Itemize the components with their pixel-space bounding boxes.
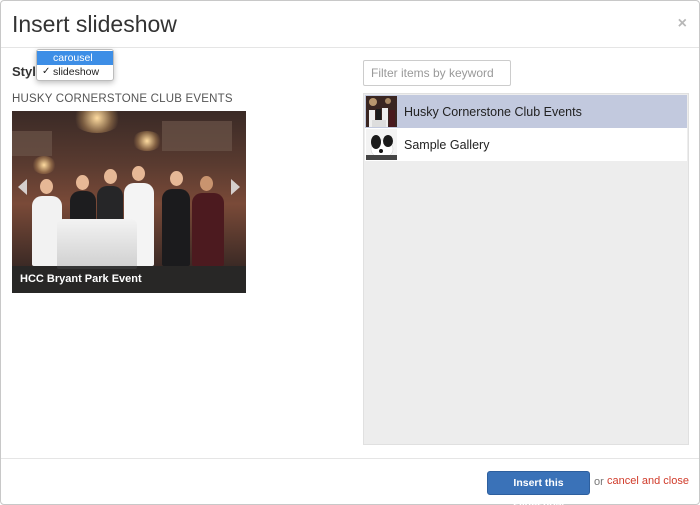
modal-footer: Insert this slideshow or cancel and clos…: [1, 458, 699, 505]
slideshow-preview: HCC Bryant Park Event: [12, 111, 246, 293]
list-item-label: Husky Cornerstone Club Events: [404, 105, 582, 119]
dropdown-option-slideshow[interactable]: ✓ slideshow: [37, 65, 113, 79]
chevron-right-icon[interactable]: [231, 179, 240, 195]
filter-input[interactable]: [363, 60, 511, 86]
insert-slideshow-button[interactable]: Insert this slideshow: [487, 471, 590, 505]
style-dropdown-menu: carousel ✓ slideshow: [36, 49, 114, 81]
list-item-sample-gallery[interactable]: Sample Gallery: [365, 128, 687, 161]
modal-title: Insert slideshow: [12, 11, 177, 37]
gallery-heading: HUSKY CORNERSTONE CLUB EVENTS: [12, 93, 233, 105]
list-item-label: Sample Gallery: [404, 138, 490, 152]
option-label: slideshow: [53, 66, 100, 78]
slide-image: [12, 111, 246, 269]
slide-caption: HCC Bryant Park Event: [20, 273, 142, 285]
cancel-and-close-link[interactable]: cancel and close: [607, 475, 689, 487]
option-label: carousel: [53, 52, 93, 64]
chevron-left-icon[interactable]: [18, 179, 27, 195]
dropdown-option-carousel[interactable]: carousel: [37, 51, 113, 65]
gallery-list: Husky Cornerstone Club Events Sample Gal…: [363, 93, 689, 445]
caption-bar: HCC Bryant Park Event: [12, 266, 246, 293]
or-text: or: [594, 476, 604, 488]
checkmark-icon: ✓: [42, 66, 51, 77]
list-item-husky-cornerstone-club-events[interactable]: Husky Cornerstone Club Events: [365, 95, 687, 128]
dog-photo-thumbnail: [366, 129, 397, 160]
insert-slideshow-dialog: Insert slideshow × Style carousel ✓ slid…: [0, 0, 700, 505]
event-photo-thumbnail: [366, 96, 397, 127]
close-icon[interactable]: ×: [678, 15, 687, 33]
modal-header: Insert slideshow ×: [1, 1, 699, 48]
